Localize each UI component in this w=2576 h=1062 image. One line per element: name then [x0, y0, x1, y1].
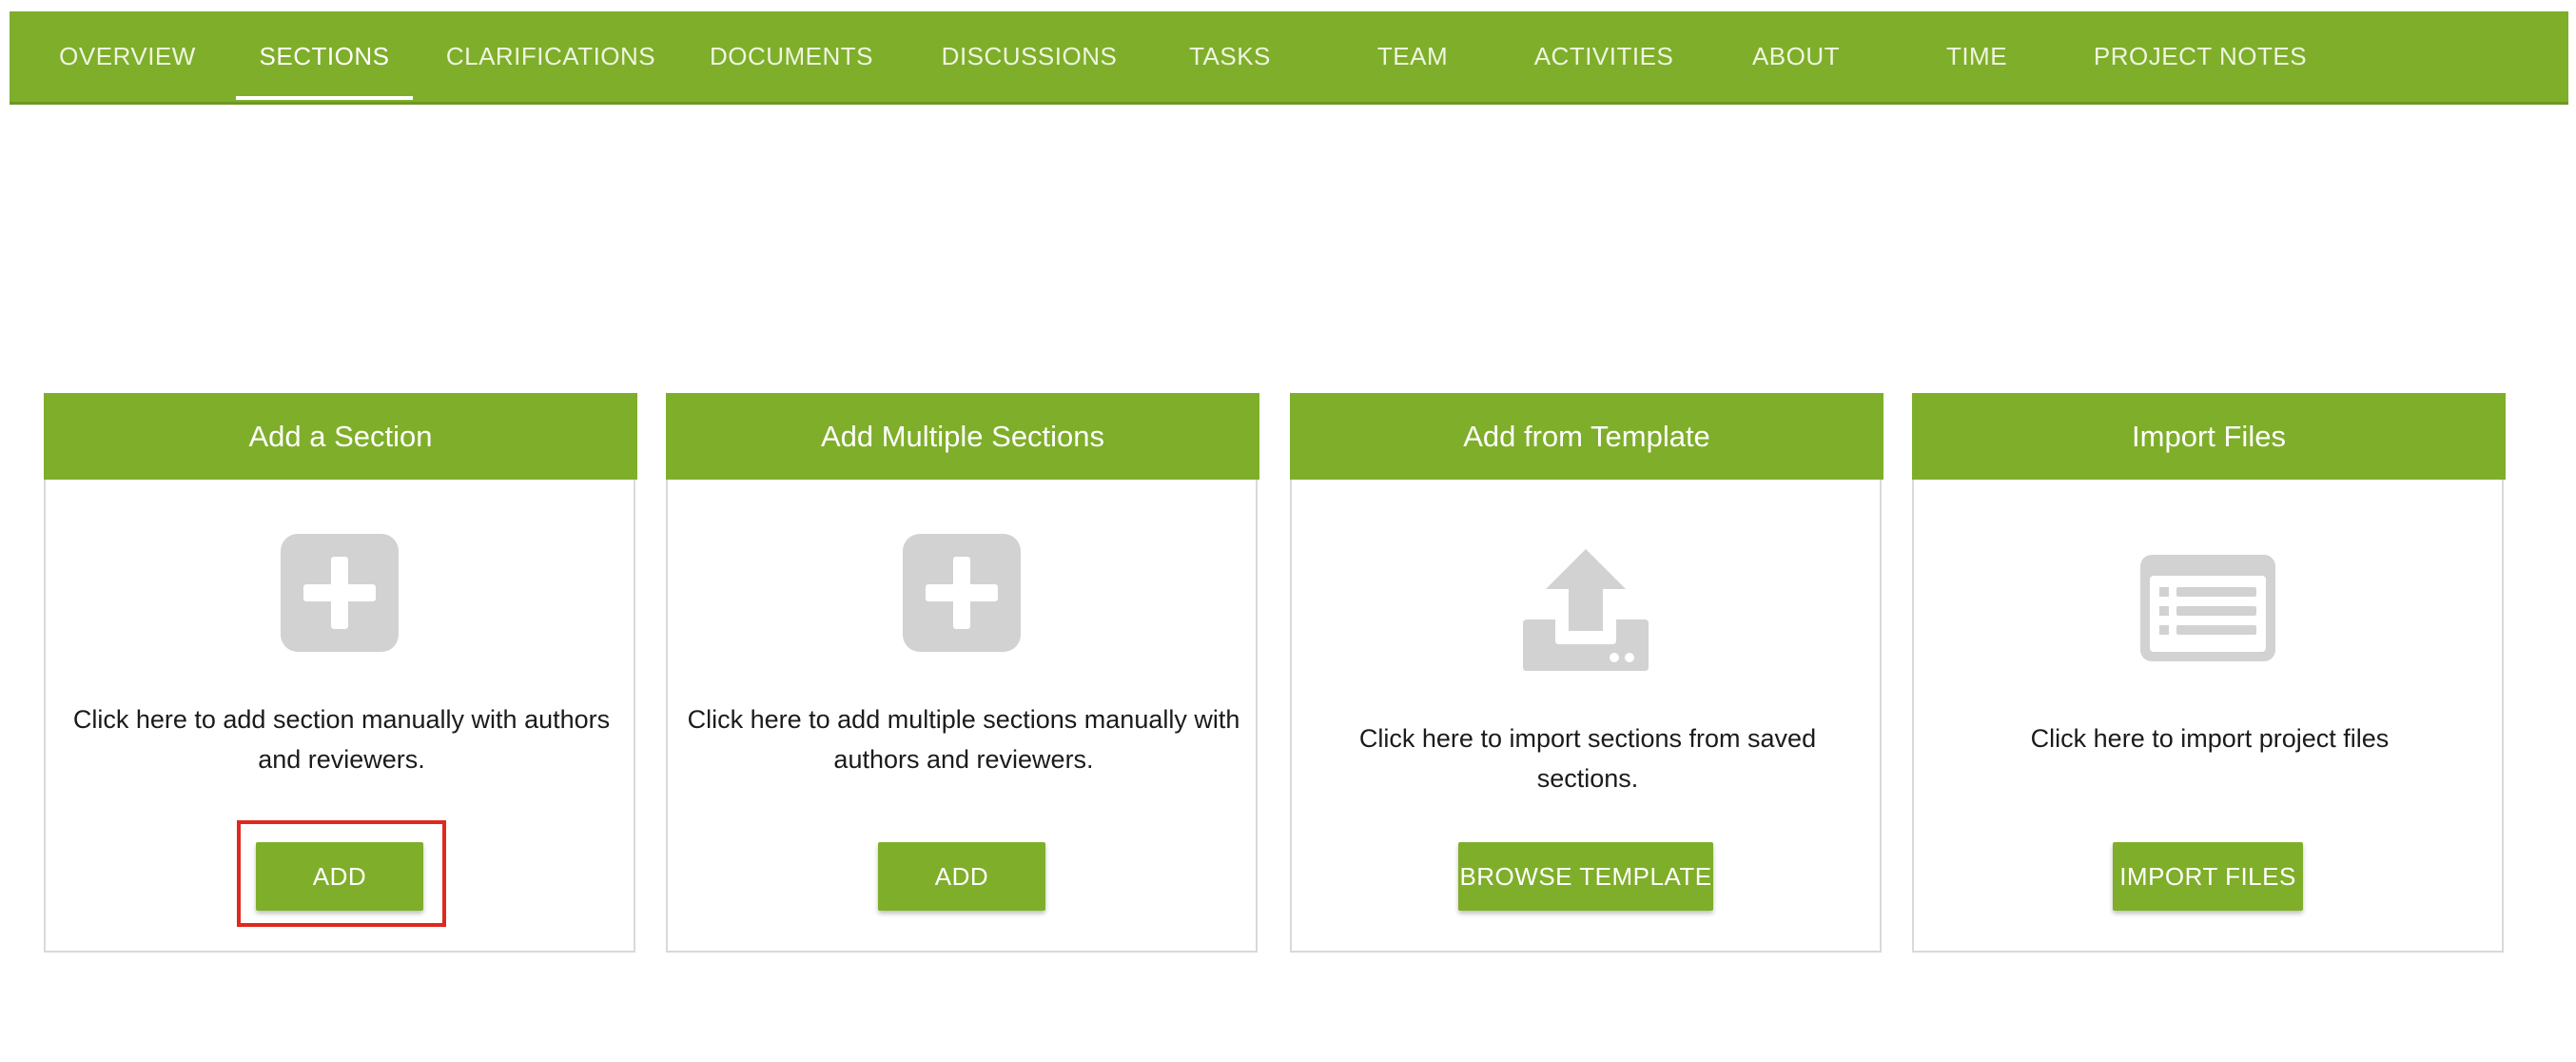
upload-tray-icon: [1523, 549, 1649, 671]
card-description: Click here to import project files: [2030, 724, 2390, 753]
card-description: Click here to add section manually with …: [72, 705, 611, 774]
tab-team[interactable]: TEAM: [1346, 11, 1479, 102]
tab-clarifications[interactable]: CLARIFICATIONS: [439, 11, 662, 102]
add-multiple-sections-button[interactable]: ADD: [878, 842, 1045, 911]
top-nav: OVERVIEW SECTIONS CLARIFICATIONS DOCUMEN…: [10, 11, 2568, 105]
active-tab-indicator: [236, 96, 413, 100]
tab-project-notes[interactable]: PROJECT NOTES: [2088, 11, 2313, 102]
card-description: Click here to import sections from saved…: [1358, 724, 1817, 793]
file-list-icon: [2140, 555, 2275, 661]
card-title: Add from Template: [1290, 393, 1883, 480]
tab-tasks[interactable]: TASKS: [1163, 11, 1297, 102]
tab-about[interactable]: ABOUT: [1725, 11, 1867, 102]
tab-discussions[interactable]: DISCUSSIONS: [928, 11, 1130, 102]
tab-time[interactable]: TIME: [1910, 11, 2043, 102]
tab-overview[interactable]: OVERVIEW: [48, 11, 207, 102]
tab-sections[interactable]: SECTIONS: [236, 11, 413, 102]
card-title: Add a Section: [44, 393, 637, 480]
import-files-button[interactable]: IMPORT FILES: [2113, 842, 2303, 911]
plus-square-icon: [281, 534, 399, 652]
add-multiple-sections-card: Add Multiple Sections Click here to add …: [666, 393, 1259, 953]
tab-documents[interactable]: DOCUMENTS: [701, 11, 882, 102]
tab-activities[interactable]: ACTIVITIES: [1524, 11, 1684, 102]
plus-square-icon: [903, 534, 1021, 652]
highlight-box: [237, 820, 446, 927]
add-from-template-card: Add from Template Click here to import s…: [1290, 393, 1883, 953]
import-files-card: Import Files Click here to import projec…: [1912, 393, 2506, 953]
card-description: Click here to add multiple sections manu…: [687, 705, 1240, 774]
browse-template-button[interactable]: BROWSE TEMPLATE: [1458, 842, 1713, 911]
card-title: Import Files: [1912, 393, 2506, 480]
card-title: Add Multiple Sections: [666, 393, 1259, 480]
